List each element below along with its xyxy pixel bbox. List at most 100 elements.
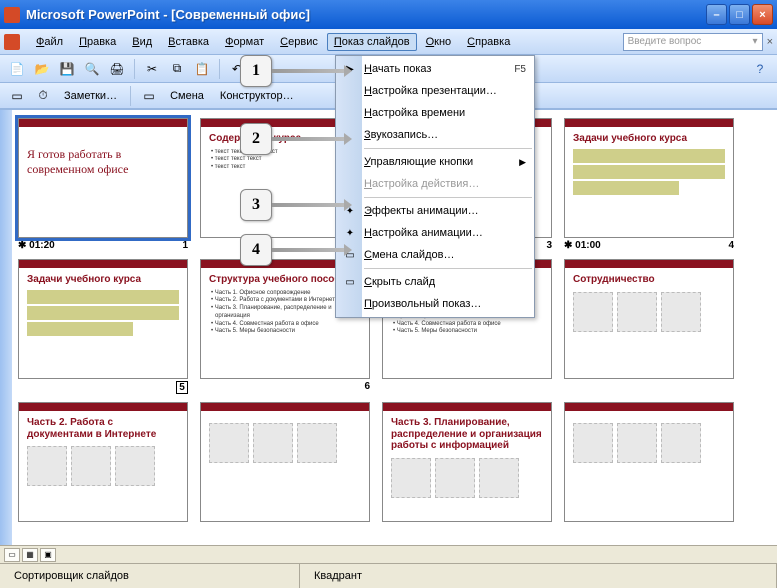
- slide-thumb[interactable]: Я готов работать в современном офисе✱ 01…: [18, 118, 188, 251]
- maximize-button[interactable]: □: [729, 4, 750, 25]
- rehearse-icon[interactable]: ⏱: [32, 85, 54, 107]
- normal-view-button[interactable]: ▭: [4, 548, 20, 562]
- hide-slide-icon[interactable]: ▭: [6, 85, 28, 107]
- menu-icon: [342, 105, 358, 121]
- callout-number: 4: [240, 234, 272, 266]
- paste-button[interactable]: 📋: [191, 58, 213, 80]
- menu-label: Смена слайдов…: [364, 249, 526, 261]
- slide-thumb[interactable]: Задачи учебного курса✱ 01:004: [564, 118, 734, 251]
- menu-файл[interactable]: Файл: [29, 33, 70, 51]
- view-buttons: ▭ ▦ ▣: [0, 545, 777, 563]
- slide-number: 1: [182, 240, 188, 251]
- slide-time: ✱ 01:20: [18, 240, 55, 251]
- new-button[interactable]: 📄: [6, 58, 28, 80]
- title-bar: Microsoft PowerPoint - [Современный офис…: [0, 0, 777, 29]
- doc-icon: [4, 34, 20, 50]
- menu-item[interactable]: Звукозапись…: [362, 124, 534, 146]
- menu-вставка[interactable]: Вставка: [161, 33, 216, 51]
- menu-окно[interactable]: Окно: [419, 33, 459, 51]
- ask-placeholder: Введите вопрос: [628, 36, 702, 47]
- menu-label: Произвольный показ…: [364, 298, 526, 310]
- app-icon: [4, 7, 20, 23]
- menu-label: Управляющие кнопки: [364, 156, 519, 168]
- left-rail: [0, 110, 12, 559]
- slideshow-view-button[interactable]: ▣: [40, 548, 56, 562]
- menu-формат[interactable]: Формат: [218, 33, 271, 51]
- close-button[interactable]: ×: [752, 4, 773, 25]
- slide-thumb[interactable]: Сотрудничество: [564, 259, 734, 394]
- menu-item[interactable]: Произвольный показ…: [362, 293, 534, 315]
- submenu-arrow-icon: ▶: [519, 157, 526, 168]
- callout-arrow-icon: [272, 69, 344, 73]
- slide-thumb[interactable]: Задачи учебного курса5: [18, 259, 188, 394]
- shortcut: F5: [514, 64, 526, 75]
- window-title: Microsoft PowerPoint - [Современный офис…: [26, 7, 706, 22]
- menu-item: Настройка действия…: [362, 173, 534, 195]
- permission-button[interactable]: 🔍: [81, 58, 103, 80]
- menu-показ слайдов[interactable]: Показ слайдов: [327, 33, 417, 51]
- menu-вид[interactable]: Вид: [125, 33, 159, 51]
- ask-question-box[interactable]: Введите вопрос ▾: [623, 33, 763, 51]
- menu-label: Эффекты анимации…: [364, 205, 526, 217]
- mdi-close-icon[interactable]: ×: [767, 36, 773, 48]
- menu-icon: [342, 83, 358, 99]
- menu-справка[interactable]: Справка: [460, 33, 517, 51]
- callout-arrow-icon: [272, 203, 344, 207]
- slide-time: ✱ 01:00: [564, 240, 601, 251]
- menu-item[interactable]: ✦Настройка анимации…: [362, 222, 534, 244]
- menu-item[interactable]: ✦Эффекты анимации…: [362, 200, 534, 222]
- copy-button[interactable]: ⧉: [166, 58, 188, 80]
- menu-label: Скрыть слайд: [364, 276, 526, 288]
- menu-label: Настройка времени: [364, 107, 526, 119]
- callout-1: 1: [240, 55, 344, 87]
- menu-label: Начать показ: [364, 63, 514, 75]
- menu-icon: ▭: [342, 274, 358, 290]
- menu-label: Настройка презентации…: [364, 85, 526, 97]
- callout-arrow-icon: [272, 137, 344, 141]
- callout-4: 4: [240, 234, 344, 266]
- slide-thumb[interactable]: Часть 2. Работа с документами в Интернет…: [18, 402, 188, 524]
- slideshow-menu: ▶Начать показF5Настройка презентации…Нас…: [335, 55, 535, 318]
- slide-number: 5: [176, 381, 188, 394]
- menu-icon: [342, 296, 358, 312]
- notes-button[interactable]: Заметки…: [58, 88, 123, 104]
- menu-label: Звукозапись…: [364, 129, 526, 141]
- status-left: Сортировщик слайдов: [0, 564, 300, 588]
- slide-thumb[interactable]: [200, 402, 370, 524]
- transition-button[interactable]: Смена: [164, 88, 210, 104]
- menu-item[interactable]: ▭Скрыть слайд: [362, 271, 534, 293]
- menu-item[interactable]: Настройка презентации…: [362, 80, 534, 102]
- designer-button[interactable]: Конструктор…: [214, 88, 300, 104]
- sorter-view-button[interactable]: ▦: [22, 548, 38, 562]
- menu-item[interactable]: Управляющие кнопки▶: [362, 151, 534, 173]
- menu-item[interactable]: Настройка времени: [362, 102, 534, 124]
- callout-number: 1: [240, 55, 272, 87]
- callout-number: 2: [240, 123, 272, 155]
- menu-label: Настройка действия…: [364, 178, 526, 190]
- print-button[interactable]: 🖨: [106, 58, 128, 80]
- callout-2: 2: [240, 123, 344, 155]
- slide-thumb[interactable]: [564, 402, 734, 524]
- open-button[interactable]: 📂: [31, 58, 53, 80]
- menu-icon: [342, 176, 358, 192]
- callout-3: 3: [240, 189, 344, 221]
- minimize-button[interactable]: –: [706, 4, 727, 25]
- save-button[interactable]: 💾: [56, 58, 78, 80]
- menu-правка[interactable]: Правка: [72, 33, 123, 51]
- menu-label: Настройка анимации…: [364, 227, 526, 239]
- menu-item[interactable]: ▭Смена слайдов…: [362, 244, 534, 266]
- menu-item[interactable]: ▶Начать показF5: [362, 58, 534, 80]
- status-bar: Сортировщик слайдов Квадрант: [0, 563, 777, 588]
- menu-icon: [342, 154, 358, 170]
- help-button[interactable]: ?: [749, 58, 771, 80]
- menu-icon: ✦: [342, 225, 358, 241]
- slide-number: 3: [546, 240, 552, 251]
- menu-bar: ФайлПравкаВидВставкаФорматСервисПоказ сл…: [0, 29, 777, 55]
- callout-arrow-icon: [272, 248, 344, 252]
- slide-number: 4: [728, 240, 734, 251]
- slide-number: 6: [364, 381, 370, 392]
- transition-icon[interactable]: ▭: [138, 85, 160, 107]
- slide-thumb[interactable]: Часть 3. Планирование, распределение и о…: [382, 402, 552, 524]
- menu-сервис[interactable]: Сервис: [273, 33, 325, 51]
- cut-button[interactable]: ✂: [141, 58, 163, 80]
